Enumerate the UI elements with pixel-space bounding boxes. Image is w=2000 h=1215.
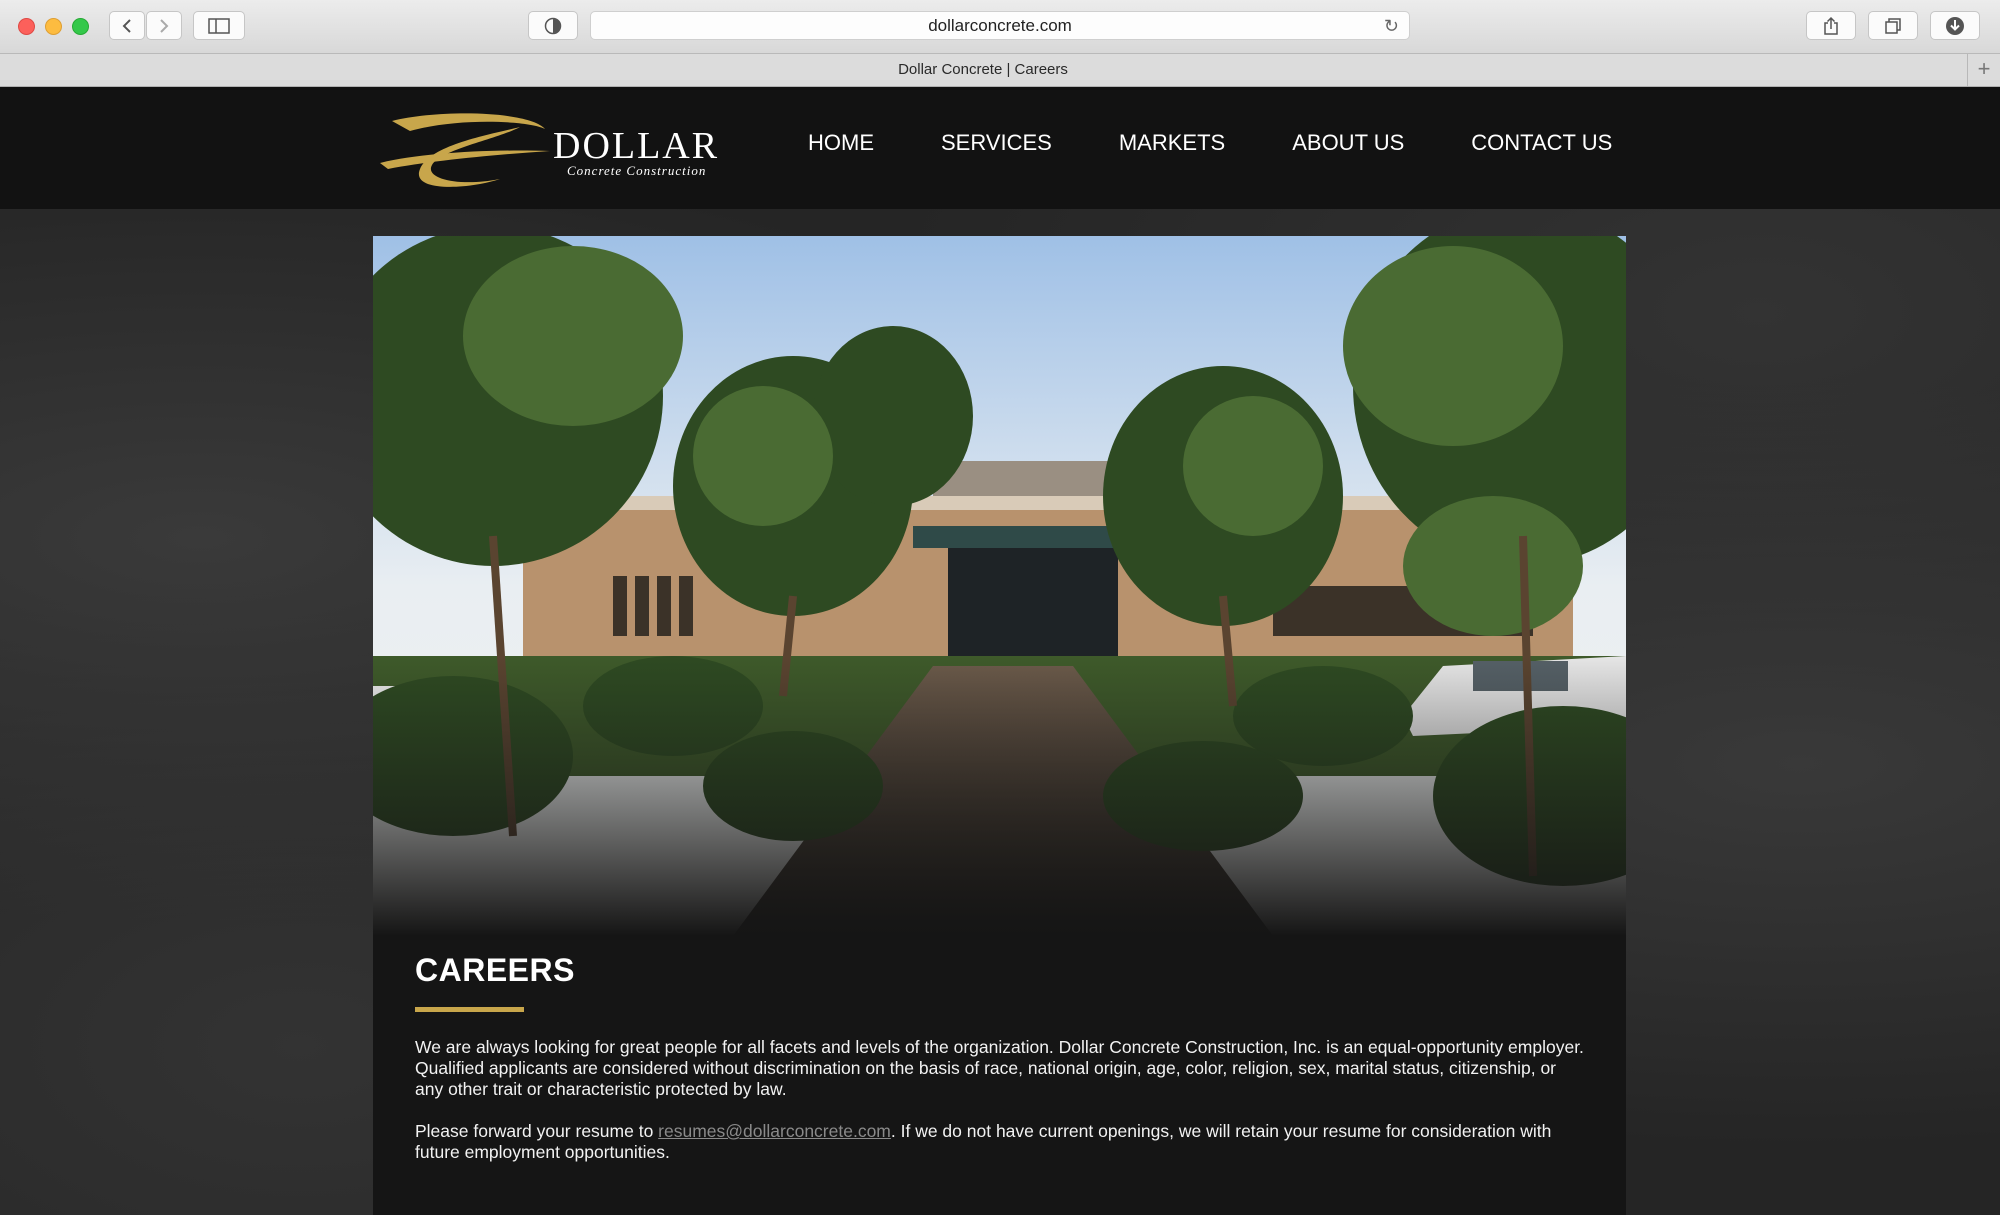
nav-markets[interactable]: MARKETS <box>1119 130 1225 156</box>
main-nav: HOME SERVICES MARKETS ABOUT US CONTACT U… <box>808 130 1612 156</box>
tab-bar: Dollar Concrete | Careers + <box>0 54 2000 87</box>
privacy-shield-button[interactable] <box>528 11 578 40</box>
content-panel: CAREERS We are always looking for great … <box>373 236 1626 1215</box>
downloads-button[interactable] <box>1930 11 1980 40</box>
tab-title[interactable]: Dollar Concrete | Careers <box>0 54 1966 86</box>
site-header: DOLLAR Concrete Construction HOME SERVIC… <box>0 87 2000 209</box>
dollar-swoosh-icon <box>380 113 550 187</box>
heading-underline <box>415 1007 524 1012</box>
sidebar-button[interactable] <box>193 11 245 40</box>
minimize-window-button[interactable] <box>45 18 62 35</box>
web-page: DOLLAR Concrete Construction HOME SERVIC… <box>0 87 2000 1215</box>
share-icon <box>1824 16 1838 35</box>
forward-button[interactable] <box>146 11 182 40</box>
resume-email-link[interactable]: resumes@dollarconcrete.com <box>658 1121 891 1141</box>
office-building-photo <box>373 236 1626 936</box>
nav-home[interactable]: HOME <box>808 130 874 156</box>
download-icon <box>1946 16 1964 35</box>
sidebar-icon <box>208 17 230 34</box>
address-bar[interactable]: dollarconcrete.com ↻ <box>590 11 1410 40</box>
nav-about-us[interactable]: ABOUT US <box>1292 130 1404 156</box>
nav-services[interactable]: SERVICES <box>941 130 1052 156</box>
browser-toolbar: dollarconcrete.com ↻ <box>0 0 2000 54</box>
new-tab-button[interactable]: + <box>1967 54 2000 86</box>
tabs-overview-button[interactable] <box>1868 11 1918 40</box>
careers-heading: CAREERS <box>415 952 575 988</box>
reload-icon[interactable]: ↻ <box>1384 16 1399 37</box>
chevron-left-icon <box>122 18 131 33</box>
shield-icon <box>544 17 562 34</box>
careers-paragraph-1: We are always looking for great people f… <box>415 1037 1584 1099</box>
careers-paragraph-2: Please forward your resume to resumes@do… <box>415 1121 1585 1163</box>
close-window-button[interactable] <box>18 18 35 35</box>
brand-name: DOLLAR <box>553 125 720 167</box>
tabs-icon <box>1885 17 1901 34</box>
zoom-window-button[interactable] <box>72 18 89 35</box>
chevron-right-icon <box>160 18 169 33</box>
site-logo[interactable]: DOLLAR Concrete Construction <box>380 99 740 194</box>
brand-tagline: Concrete Construction <box>567 163 707 178</box>
resume-instructions-text: Please forward your resume to <box>415 1121 659 1141</box>
nav-contact-us[interactable]: CONTACT US <box>1471 130 1612 156</box>
share-button[interactable] <box>1806 11 1856 40</box>
address-bar-url: dollarconcrete.com <box>928 15 1072 35</box>
back-button[interactable] <box>109 11 145 40</box>
